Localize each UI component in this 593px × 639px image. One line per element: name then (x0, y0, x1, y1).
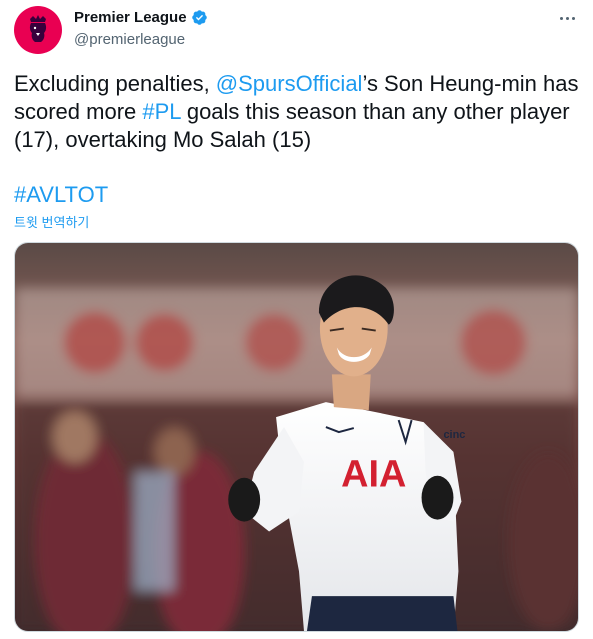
tweet-media-photo[interactable]: AIA cinc (14, 242, 579, 632)
display-name[interactable]: Premier League (74, 9, 187, 26)
mention-link[interactable]: @SpursOfficial (216, 71, 363, 96)
verified-badge-icon (191, 9, 208, 26)
name-row: Premier League (74, 9, 208, 26)
hashtag-link-match[interactable]: #AVLTOT (14, 182, 108, 207)
translate-tweet-link[interactable]: 트윗 번역하기 (14, 212, 89, 231)
tweet-text-part1: Excluding penalties, (14, 71, 216, 96)
more-options-icon[interactable] (557, 8, 577, 28)
photo-son-celebrating: AIA cinc (15, 243, 578, 631)
hashtag-link-pl[interactable]: #PL (142, 99, 180, 124)
shirt-sponsor-text: AIA (341, 454, 406, 496)
tweet-text: Excluding penalties, @SpursOfficial’s So… (14, 70, 579, 154)
premier-league-lion-icon (29, 15, 47, 42)
avatar[interactable] (14, 6, 62, 54)
shirt-sleeve-text: cinc (443, 429, 465, 441)
handle[interactable]: @premierleague (74, 31, 185, 48)
